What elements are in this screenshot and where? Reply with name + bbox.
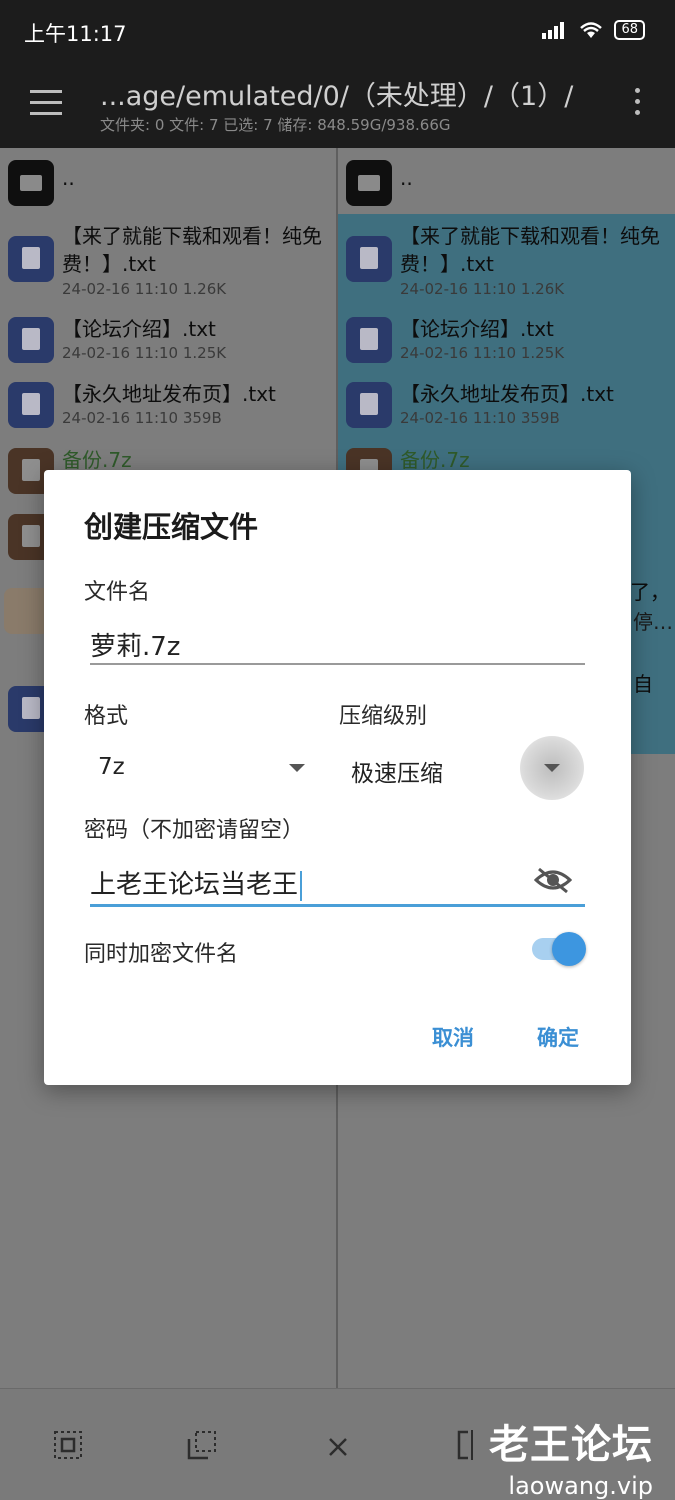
path-title: ...age/emulated/0/（未处理）/（1）/ <box>100 81 574 112</box>
password-underline <box>90 904 585 907</box>
level-select[interactable]: 极速压缩 <box>351 754 443 788</box>
visibility-off-icon[interactable] <box>534 866 572 894</box>
document-icon <box>8 236 54 282</box>
close-icon[interactable] <box>324 1429 352 1461</box>
document-icon <box>346 382 392 428</box>
file-meta: 24-02-16 11:10 1.26K <box>400 280 565 298</box>
password-label: 密码（不加密请留空） <box>84 818 305 843</box>
encrypt-names-label: 同时加密文件名 <box>84 942 239 967</box>
document-icon <box>8 317 54 363</box>
file-name: .. <box>400 166 413 190</box>
more-options-icon[interactable] <box>635 88 641 121</box>
encrypt-names-switch-knob[interactable] <box>552 932 586 966</box>
partial-text: 了， <box>630 580 670 604</box>
wifi-icon <box>580 22 603 38</box>
format-dropdown-icon[interactable] <box>289 764 305 772</box>
level-label: 压缩级别 <box>339 704 428 729</box>
cancel-button[interactable]: 取消 <box>432 1022 474 1052</box>
document-icon <box>346 236 392 282</box>
file-name: 【来了就能下载和观看！纯免费！】.txt <box>400 224 660 276</box>
ok-button[interactable]: 确定 <box>537 1022 579 1052</box>
folder-icon <box>8 160 54 206</box>
status-icons: 68 <box>542 20 645 40</box>
watermark: 老王论坛 laowang.vip <box>489 1412 653 1500</box>
status-time: 上午11:17 <box>24 22 127 46</box>
file-name: 【永久地址发布页】.txt <box>62 382 276 406</box>
filename-field[interactable]: 萝莉.7z <box>90 626 180 663</box>
file-meta: 24-02-16 11:10 359B <box>62 409 222 427</box>
status-bar: 上午11:17 68 <box>0 0 675 62</box>
password-value: 上老王论坛当老王 <box>90 870 299 900</box>
file-name: .. <box>62 166 75 190</box>
file-name: 【永久地址发布页】.txt <box>400 382 614 406</box>
watermark-title: 老王论坛 <box>489 1422 653 1468</box>
path-stats: 文件夹: 0 文件: 7 已选: 7 储存: 848.59G/938.66G <box>100 116 451 134</box>
partial-text: 停… <box>633 610 673 634</box>
level-dropdown-icon[interactable] <box>544 764 560 772</box>
partial-text: 自 <box>633 672 653 696</box>
select-all-icon[interactable] <box>52 1429 84 1461</box>
file-name: 【来了就能下载和观看！纯免费！】.txt <box>62 224 322 276</box>
filename-underline <box>90 663 585 665</box>
app-toolbar: ...age/emulated/0/（未处理）/（1）/ 文件夹: 0 文件: … <box>0 62 675 148</box>
signal-icon <box>542 22 565 39</box>
file-meta: 24-02-16 11:10 1.26K <box>62 280 227 298</box>
select-partial-icon[interactable] <box>186 1429 218 1461</box>
battery-indicator: 68 <box>614 20 645 40</box>
file-meta: 24-02-16 11:10 1.25K <box>400 344 565 362</box>
create-archive-dialog: 创建压缩文件 文件名 萝莉.7z 格式 压缩级别 7z 极速压缩 密码（不加密请… <box>44 470 631 1085</box>
password-field[interactable]: 上老王论坛当老王 <box>90 864 303 901</box>
folder-icon <box>346 160 392 206</box>
file-meta: 24-02-16 11:10 1.25K <box>62 344 227 362</box>
file-name: 【论坛介绍】.txt <box>400 317 554 341</box>
format-label: 格式 <box>84 704 129 729</box>
document-icon <box>8 382 54 428</box>
dialog-title: 创建压缩文件 <box>84 510 259 544</box>
file-name: 【论坛介绍】.txt <box>62 317 216 341</box>
menu-icon[interactable] <box>30 90 62 116</box>
text-cursor <box>300 870 303 901</box>
document-icon <box>346 317 392 363</box>
invert-selection-icon[interactable] <box>456 1429 488 1461</box>
watermark-url: laowang.vip <box>508 1472 653 1500</box>
format-select[interactable]: 7z <box>98 754 125 780</box>
file-meta: 24-02-16 11:10 359B <box>400 409 560 427</box>
filename-label: 文件名 <box>84 580 151 605</box>
